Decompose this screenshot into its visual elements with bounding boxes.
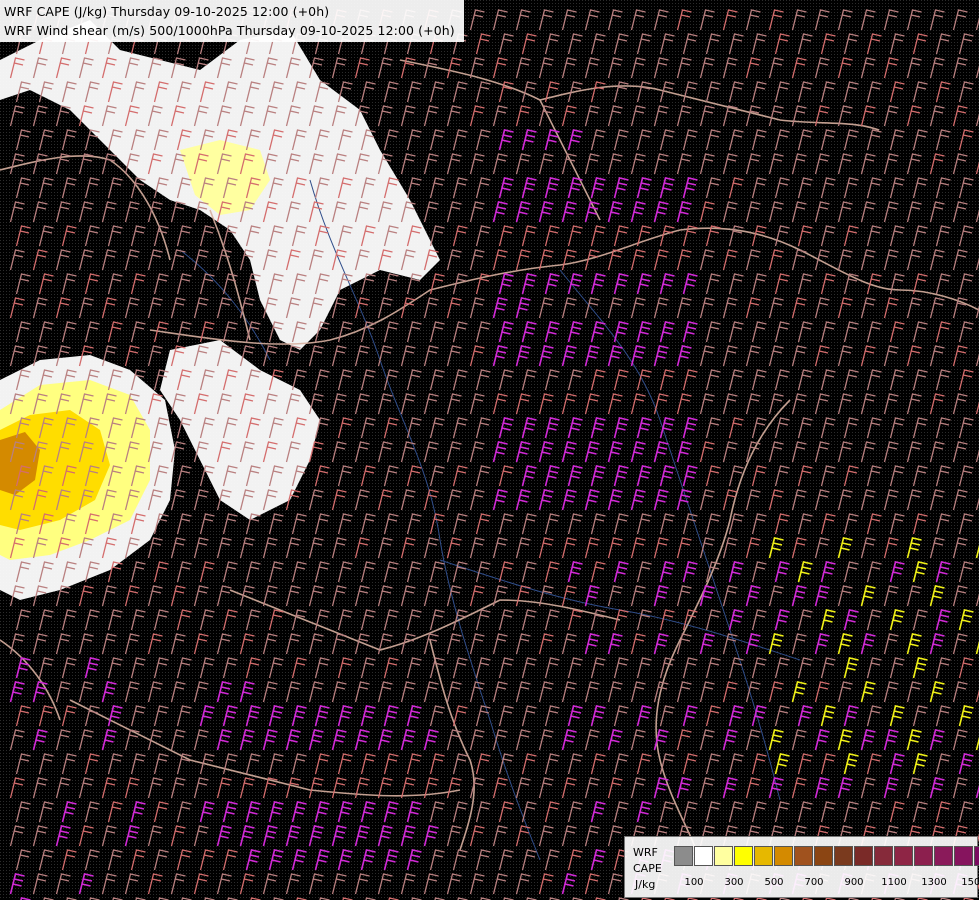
- weather-map: [0, 0, 979, 900]
- legend-swatch: [934, 846, 953, 866]
- legend-swatch: [734, 846, 753, 866]
- map-title-box: WRF CAPE (J/kg) Thursday 09-10-2025 12:0…: [0, 0, 464, 42]
- legend-tick-label: 1500: [961, 877, 979, 888]
- legend-tick-label: 300: [724, 877, 744, 888]
- legend-swatch: [694, 846, 713, 866]
- legend-swatch: [874, 846, 893, 866]
- legend-unit-label: J/kg: [635, 878, 656, 891]
- legend-swatch: [834, 846, 853, 866]
- legend-variable-label: CAPE: [633, 862, 662, 875]
- legend-swatch: [914, 846, 933, 866]
- legend-swatch: [894, 846, 913, 866]
- legend-swatch: [714, 846, 733, 866]
- legend-swatch: [974, 846, 979, 866]
- legend-swatch: [774, 846, 793, 866]
- legend-swatch: [754, 846, 773, 866]
- legend-color-bar: [674, 846, 979, 866]
- legend-tick-label: 500: [764, 877, 784, 888]
- map-viewport: WRF CAPE (J/kg) Thursday 09-10-2025 12:0…: [0, 0, 979, 900]
- legend-swatch: [674, 846, 693, 866]
- legend-swatch: [794, 846, 813, 866]
- legend-tick-label: 100: [684, 877, 704, 888]
- legend-model-label: WRF: [633, 846, 658, 859]
- map-title-cape: WRF CAPE (J/kg) Thursday 09-10-2025 12:0…: [4, 4, 330, 19]
- legend-tick-label: 1300: [921, 877, 947, 888]
- legend-swatch: [814, 846, 833, 866]
- legend-tick-label: 1100: [881, 877, 907, 888]
- legend-tick-label: 700: [804, 877, 824, 888]
- cape-legend: WRF CAPE J/kg 100 300 500 700 900 1100 1300 150…: [624, 836, 979, 898]
- legend-swatch: [954, 846, 973, 866]
- legend-swatch: [854, 846, 873, 866]
- map-title-wind-shear: WRF Wind shear (m/s) 500/1000hPa Thursda…: [4, 23, 455, 38]
- legend-tick-label: 900: [844, 877, 864, 888]
- legend-ticks: 100 300 500 700 900 1100 1300 1500: [674, 877, 979, 891]
